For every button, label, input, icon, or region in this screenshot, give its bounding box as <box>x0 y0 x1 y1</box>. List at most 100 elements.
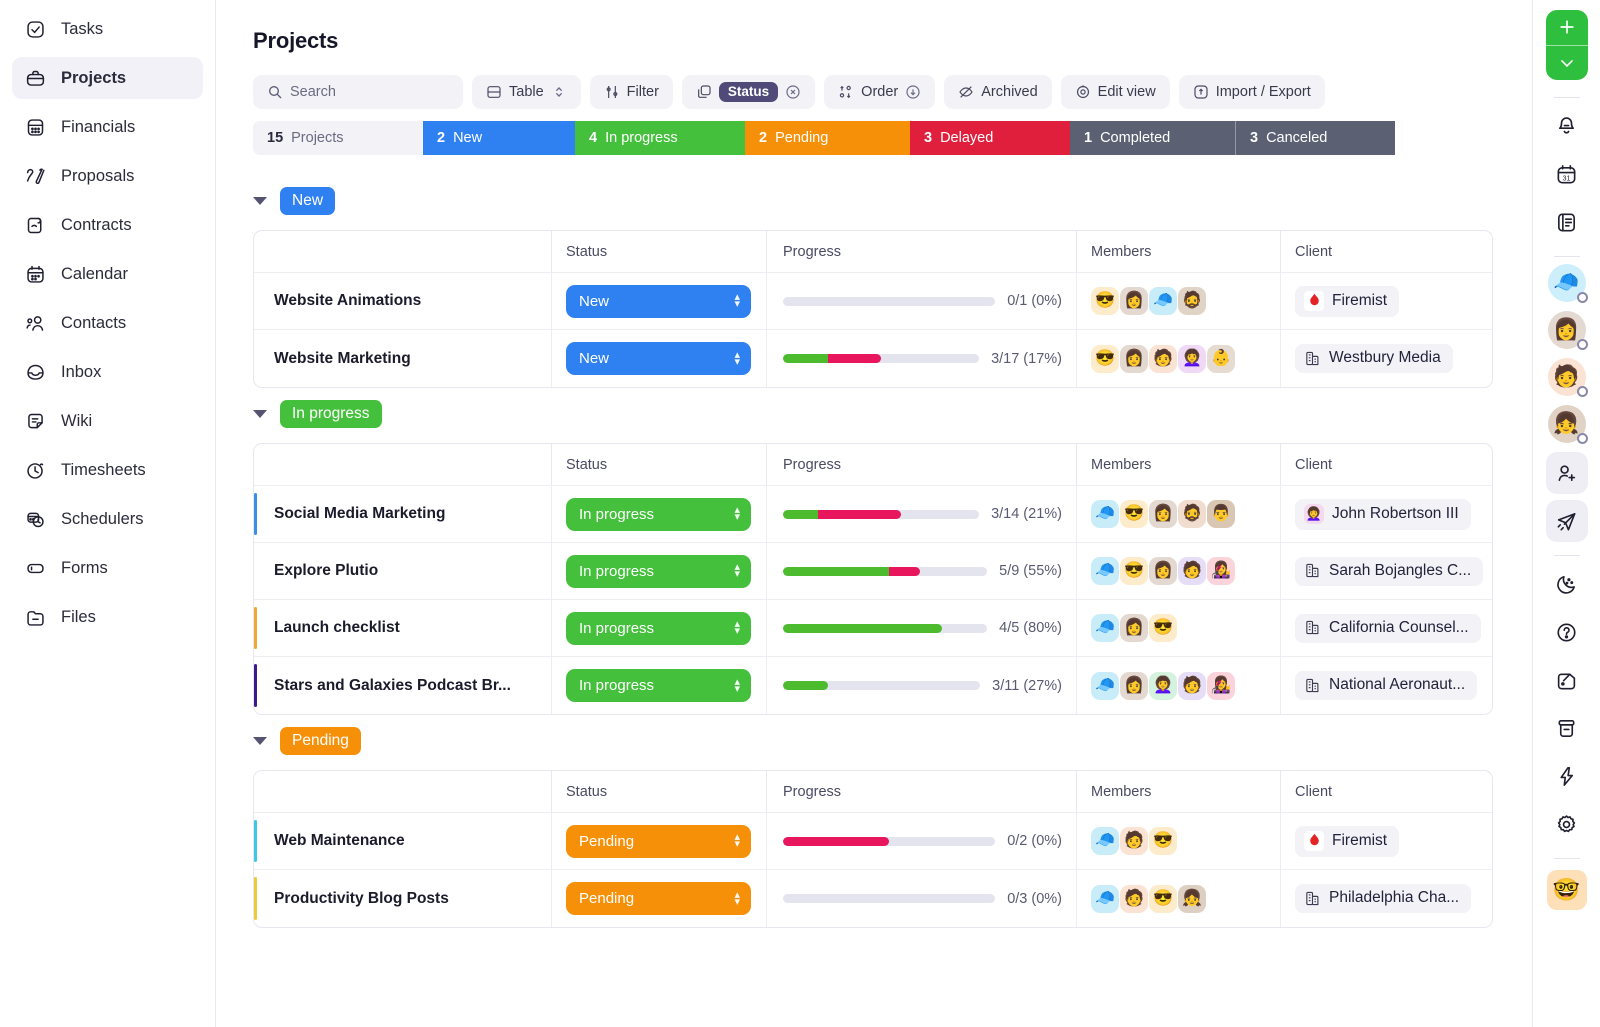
avatar[interactable]: 👧 <box>1178 884 1206 913</box>
status-segment-pending[interactable]: 2 Pending <box>745 121 910 155</box>
column-header-members[interactable]: Members <box>1076 771 1280 812</box>
archived-button[interactable]: Archived <box>944 75 1052 109</box>
status-segment-completed[interactable]: 1 Completed <box>1070 121 1235 155</box>
client-chip[interactable]: National Aeronaut... <box>1295 671 1478 700</box>
notes-icon[interactable] <box>1546 201 1588 243</box>
status-select[interactable]: In progress ▴ ▾ <box>566 554 751 588</box>
chevron-down-icon[interactable] <box>1546 46 1588 81</box>
status-select[interactable]: New ▴ ▾ <box>566 284 751 318</box>
avatar[interactable]: 😎 <box>1120 557 1148 585</box>
table-row[interactable]: Website Marketing New ▴ ▾ 3/17 (17%) 😎 👩 🧑 👩‍🦱 👶 W… <box>254 330 1492 387</box>
sidebar-item-calendar[interactable]: Calendar <box>12 253 203 295</box>
sidebar-item-inbox[interactable]: Inbox <box>12 351 203 393</box>
status-segment-delayed[interactable]: 3 Delayed <box>910 121 1070 155</box>
status-select[interactable]: Pending ▴ ▾ <box>566 882 751 915</box>
sidebar-item-schedulers[interactable]: Schedulers <box>12 498 203 540</box>
sidebar-item-tasks[interactable]: Tasks <box>12 8 203 50</box>
sidebar-item-contacts[interactable]: Contacts <box>12 302 203 344</box>
table-row[interactable]: Stars and Galaxies Podcast Br... In progr… <box>254 657 1492 714</box>
rail-avatar[interactable]: 🧢 <box>1547 264 1588 303</box>
add-user-icon[interactable] <box>1545 452 1588 494</box>
table-row[interactable]: Social Media Marketing In progress ▴ ▾ 3/14 … <box>254 486 1492 543</box>
group-badge[interactable]: New <box>280 186 336 216</box>
column-header-name[interactable] <box>254 444 551 485</box>
avatar[interactable]: 👶 <box>1207 344 1235 373</box>
bell-icon[interactable] <box>1546 105 1588 147</box>
client-chip[interactable]: Sarah Bojangles C... <box>1295 556 1484 586</box>
avatar[interactable]: 👩 <box>1120 671 1148 700</box>
group-badge[interactable]: Pending <box>280 726 361 756</box>
avatar[interactable]: 👩 <box>1149 500 1177 528</box>
table-view-button[interactable]: Table <box>472 75 581 109</box>
import-export-button[interactable]: Import / Export <box>1178 75 1325 109</box>
column-header-progress[interactable]: Progress <box>766 231 1076 272</box>
avatar[interactable]: 👩 <box>1120 287 1148 315</box>
status-segment-canceled[interactable]: 3 Canceled <box>1235 121 1395 155</box>
avatar[interactable]: 🧔 <box>1178 500 1206 528</box>
sidebar-item-wiki[interactable]: Wiki <box>12 400 203 442</box>
table-row[interactable]: Explore Plutio In progress ▴ ▾ 5/9 (55%) 🧢 😎 👩 🧑… <box>254 543 1492 600</box>
column-header-name[interactable] <box>254 771 551 812</box>
table-row[interactable]: Productivity Blog Posts Pending ▴ ▾ 0/3 (0%)… <box>254 870 1492 927</box>
sidebar-item-proposals[interactable]: Proposals <box>12 155 203 197</box>
cell-project-name[interactable]: Explore Plutio <box>254 543 551 599</box>
cell-project-name[interactable]: Website Marketing <box>254 330 551 387</box>
rail-avatar[interactable]: 👩 <box>1547 311 1588 350</box>
sidebar-item-financials[interactable]: Financials <box>12 106 203 148</box>
gear-icon[interactable] <box>1546 803 1588 845</box>
search-input[interactable]: Search <box>253 75 463 109</box>
avatar[interactable]: 👩‍🦱 <box>1178 344 1206 373</box>
avatar[interactable]: 😎 <box>1149 884 1177 913</box>
avatar[interactable]: 🧑 <box>1120 884 1148 913</box>
archive-icon[interactable] <box>1546 707 1588 749</box>
bolt-icon[interactable] <box>1546 755 1588 797</box>
avatar[interactable]: 🧢 <box>1091 500 1119 528</box>
avatar[interactable]: 👩‍🎤 <box>1207 671 1235 700</box>
cell-project-name[interactable]: Launch checklist <box>254 600 551 656</box>
client-chip[interactable]: Westbury Media <box>1295 344 1453 373</box>
collapse-caret-icon[interactable] <box>253 197 267 205</box>
avatar[interactable]: 🧔 <box>1178 287 1206 315</box>
client-chip[interactable]: Firemist <box>1295 825 1400 857</box>
client-chip[interactable]: California Counsel... <box>1295 613 1481 643</box>
table-row[interactable]: Web Maintenance Pending ▴ ▾ 0/2 (0%) 🧢 🧑 😎 Firem… <box>254 813 1492 870</box>
status-select[interactable]: In progress ▴ ▾ <box>566 497 751 531</box>
avatar[interactable]: 👩 <box>1149 557 1177 585</box>
status-select[interactable]: In progress ▴ ▾ <box>566 611 751 645</box>
sidebar-item-contracts[interactable]: Contracts <box>12 204 203 246</box>
moon-icon[interactable] <box>1546 563 1588 605</box>
filter-button[interactable]: Filter <box>589 75 673 109</box>
column-header-progress[interactable]: Progress <box>766 444 1076 485</box>
avatar[interactable]: 🧑 <box>1120 827 1148 855</box>
avatar[interactable]: 👩 <box>1120 614 1148 642</box>
status-group-button[interactable]: Status <box>681 75 816 109</box>
avatar[interactable]: 🧢 <box>1091 827 1119 855</box>
client-chip[interactable]: Firemist <box>1295 285 1400 317</box>
cell-project-name[interactable]: Productivity Blog Posts <box>254 870 551 927</box>
avatar[interactable]: 😎 <box>1149 614 1177 642</box>
sidebar-item-files[interactable]: Files <box>12 596 203 638</box>
status-select[interactable]: In progress ▴ ▾ <box>566 669 751 702</box>
sidebar-item-timesheets[interactable]: Timesheets <box>12 449 203 491</box>
avatar[interactable]: 🧑 <box>1149 344 1177 373</box>
status-segment-in-progress[interactable]: 4 In progress <box>575 121 745 155</box>
rail-avatar[interactable]: 🧑 <box>1547 358 1588 397</box>
column-header-status[interactable]: Status <box>551 444 766 485</box>
column-header-members[interactable]: Members <box>1076 444 1280 485</box>
avatar[interactable]: 🧢 <box>1091 884 1119 913</box>
client-chip[interactable]: 👩‍🦱 John Robertson III <box>1295 498 1471 530</box>
sidebar-item-forms[interactable]: Forms <box>12 547 203 589</box>
avatar[interactable]: 😎 <box>1091 287 1119 315</box>
column-header-client[interactable]: Client <box>1280 771 1492 812</box>
plus-icon[interactable] <box>1545 10 1588 46</box>
collapse-caret-icon[interactable] <box>253 737 267 745</box>
collapse-caret-icon[interactable] <box>253 410 267 418</box>
sidebar-item-projects[interactable]: Projects <box>12 57 203 99</box>
avatar[interactable]: 🧢 <box>1091 557 1119 585</box>
column-header-name[interactable] <box>254 231 551 272</box>
avatar[interactable]: 😎 <box>1120 500 1148 528</box>
avatar[interactable]: 👨 <box>1207 500 1235 528</box>
status-chip[interactable]: Status <box>718 81 779 103</box>
order-button[interactable]: Order <box>824 75 936 109</box>
status-select[interactable]: Pending ▴ ▾ <box>566 824 751 858</box>
